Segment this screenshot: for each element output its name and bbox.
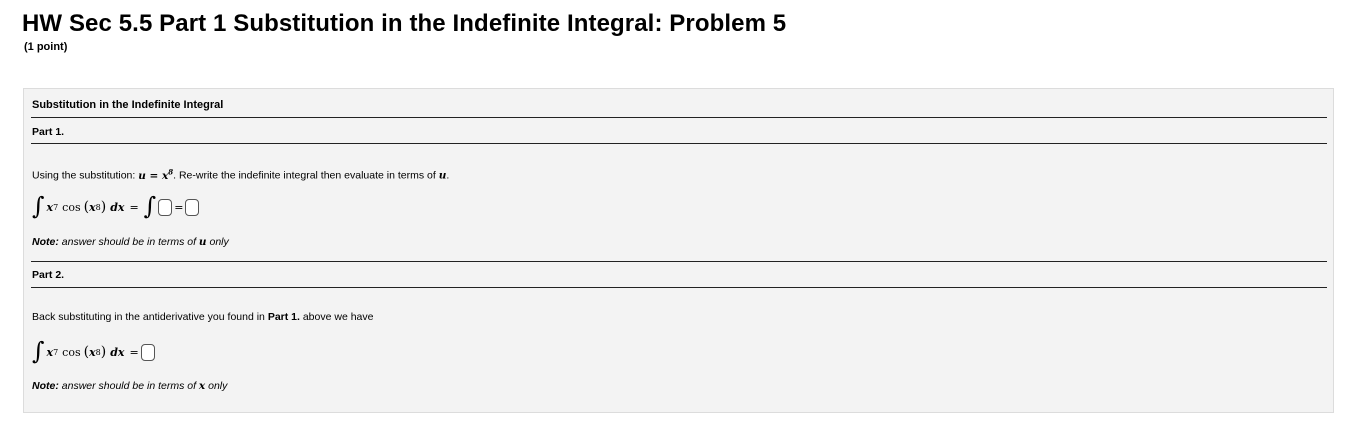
section-title: Substitution in the Indefinite Integral: [32, 99, 224, 111]
part1-label: Part 1.: [32, 126, 65, 138]
integrand-answer-input[interactable]: [158, 198, 173, 216]
integral-sign: ∫: [143, 192, 157, 220]
part2-note: Note: answer should be in terms of x onl…: [32, 380, 228, 392]
integral-sign: ∫: [32, 192, 45, 220]
page-title: HW Sec 5.5 Part 1 Substitution in the In…: [22, 10, 787, 37]
part1-note: Note: answer should be in terms of u onl…: [32, 236, 229, 248]
problem-panel: Substitution in the Indefinite Integral …: [23, 88, 1334, 413]
antiderivative-x-answer-input[interactable]: [140, 343, 155, 361]
part2-label: Part 2.: [32, 269, 65, 281]
divider: [31, 143, 1327, 144]
divider: [31, 261, 1327, 262]
part2-instruction: Back substituting in the antiderivative …: [32, 311, 374, 323]
part2-integral-equation: ∫ x7 cos (x 8) dx =: [32, 337, 155, 365]
divider: [31, 117, 1327, 118]
divider: [31, 287, 1327, 288]
part1-integral-equation: ∫ x7 cos (x 8) dx = ∫ =: [32, 192, 200, 220]
part1-instruction: Using the substitution: u = x8. Re-write…: [32, 167, 450, 182]
substitution-expression: u = x8: [138, 167, 174, 182]
integral-sign: ∫: [32, 337, 45, 365]
antiderivative-u-answer-input[interactable]: [185, 198, 200, 216]
point-value: (1 point): [24, 41, 68, 53]
